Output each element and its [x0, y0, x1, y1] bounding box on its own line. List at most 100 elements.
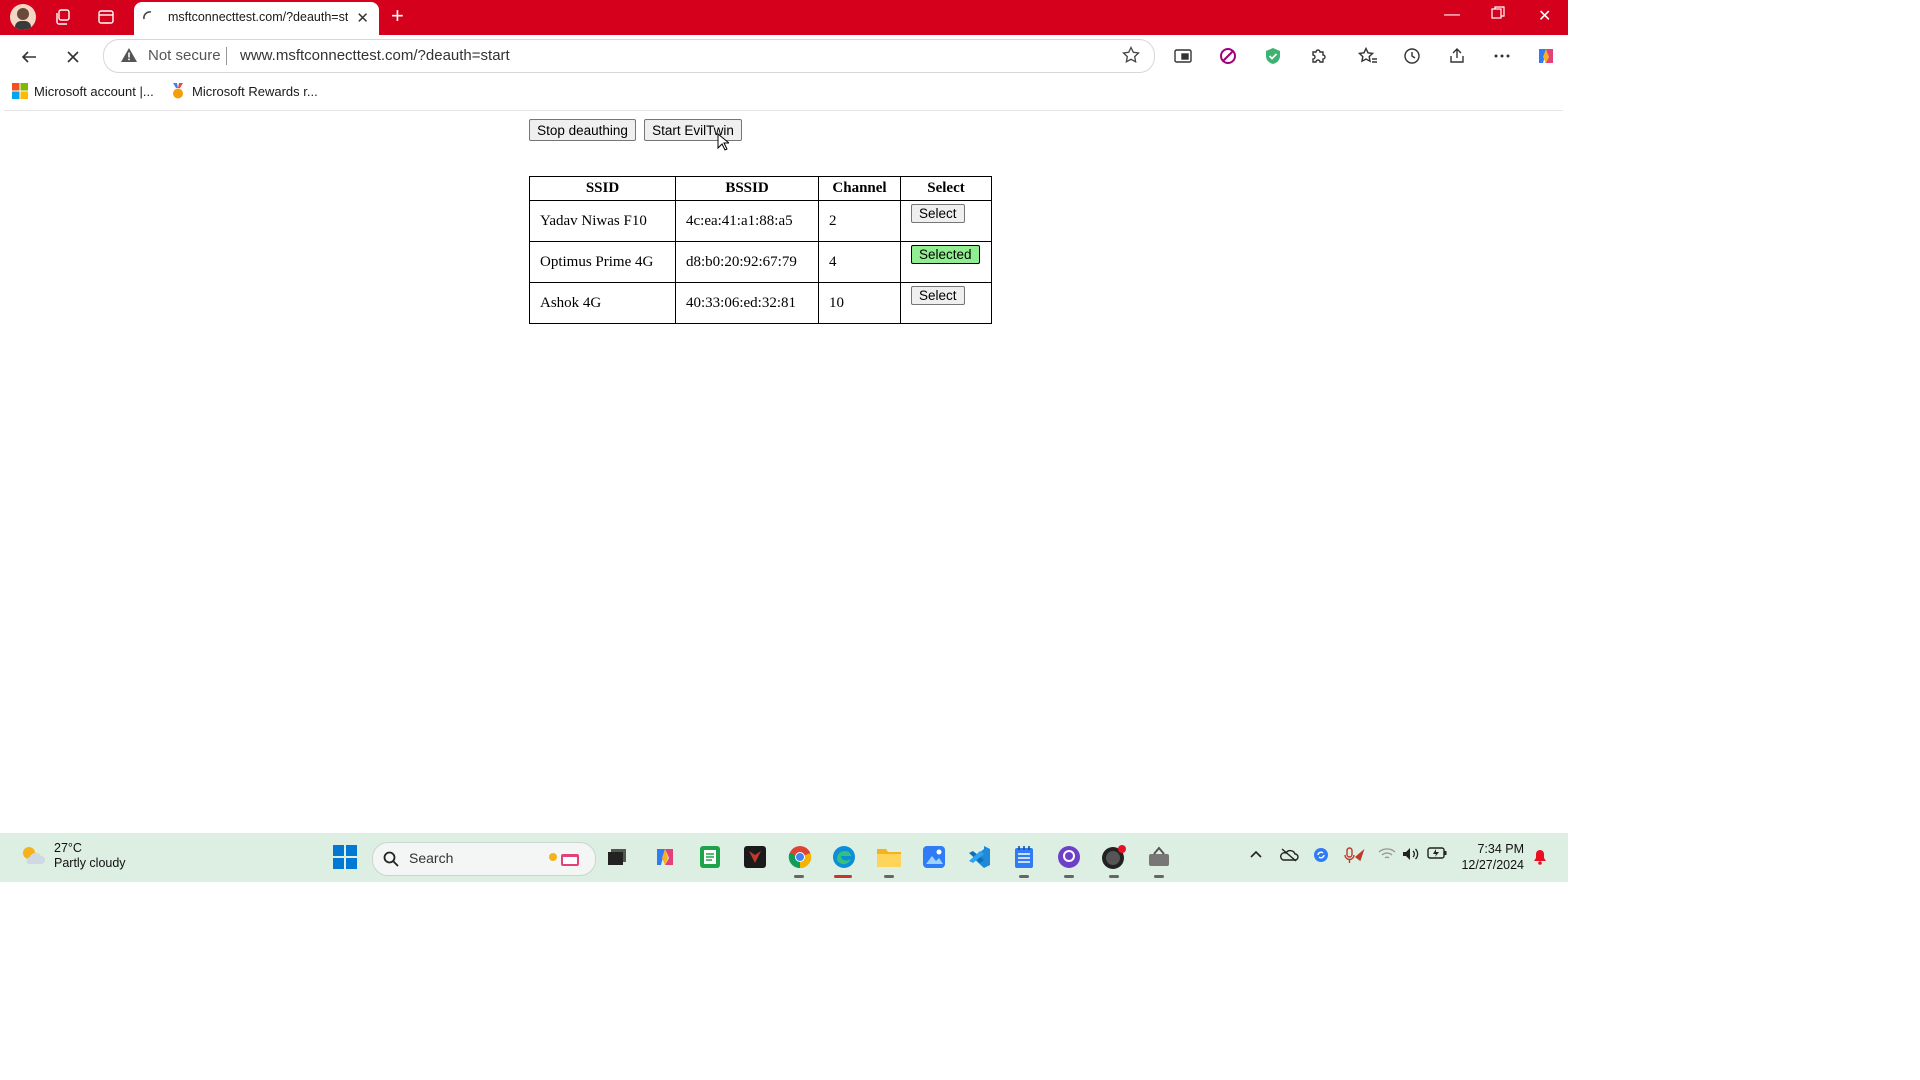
- chevron-up-icon[interactable]: [1249, 847, 1263, 862]
- close-window-button[interactable]: ✕: [1538, 6, 1551, 26]
- copilot-taskbar-icon[interactable]: [652, 844, 678, 870]
- url-text[interactable]: www.msftconnecttest.com/?deauth=start: [240, 47, 510, 64]
- search-icon: [383, 851, 399, 867]
- task-view-icon[interactable]: [604, 844, 630, 870]
- sync-icon[interactable]: [1313, 847, 1329, 866]
- running-indicator: [1109, 875, 1119, 878]
- table-row: Ashok 4G 40:33:06:ed:32:81 10 Select: [529, 282, 992, 324]
- weather-widget[interactable]: 27°C Partly cloudy: [20, 841, 126, 871]
- share-icon[interactable]: [1445, 44, 1469, 68]
- bookmark-label: Microsoft account |...: [34, 83, 154, 99]
- microphone-icon[interactable]: [1343, 847, 1365, 868]
- search-placeholder: Search: [409, 850, 454, 866]
- collections-icon[interactable]: [52, 6, 74, 28]
- copilot-icon[interactable]: [1534, 44, 1558, 68]
- back-button[interactable]: [16, 44, 42, 70]
- taskbar: 27°C Partly cloudy Search 7:34 PM 12/27/…: [0, 833, 1568, 882]
- windows-start-icon[interactable]: [332, 844, 358, 870]
- clock-time: 7:34 PM: [1477, 842, 1524, 856]
- notepad-icon[interactable]: [1011, 844, 1037, 870]
- workspaces-icon[interactable]: [95, 6, 117, 28]
- obs-icon[interactable]: [1101, 844, 1127, 870]
- bookmark-microsoft-rewards[interactable]: Microsoft Rewards r...: [170, 83, 318, 99]
- title-bar: msftconnecttest.com/?deauth=st ✕ + — ✕: [0, 0, 1568, 35]
- select-cell: Select: [900, 282, 992, 324]
- system-clock[interactable]: 7:34 PM 12/27/2024: [1460, 841, 1524, 873]
- mouse-cursor-icon: [717, 133, 729, 151]
- notes-app-icon[interactable]: [697, 844, 723, 870]
- game-app-icon[interactable]: [742, 844, 768, 870]
- ssid-cell: Optimus Prime 4G: [529, 241, 676, 283]
- split-screen-icon[interactable]: [1171, 44, 1195, 68]
- ssid-header: SSID: [529, 176, 676, 201]
- vscode-icon[interactable]: [966, 844, 992, 870]
- wifi-icon[interactable]: [1378, 847, 1396, 864]
- bookmarks-bar: Microsoft account |... Microsoft Rewards…: [0, 77, 1568, 107]
- channel-cell: 2: [818, 200, 901, 242]
- stop-deauthing-button[interactable]: Stop deauthing: [529, 119, 636, 141]
- volume-icon[interactable]: [1402, 847, 1420, 864]
- bookmark-microsoft-account[interactable]: Microsoft account |...: [12, 83, 154, 99]
- active-tab[interactable]: msftconnecttest.com/?deauth=st ✕: [134, 2, 379, 35]
- weather-description: Partly cloudy: [54, 856, 126, 870]
- running-indicator: [1154, 875, 1164, 878]
- taskbar-search[interactable]: Search: [372, 842, 596, 876]
- edge-icon[interactable]: [831, 844, 857, 870]
- table-row: Optimus Prime 4G d8:b0:20:92:67:79 4 Sel…: [529, 241, 992, 283]
- search-highlight-icon: [549, 853, 579, 866]
- access-points-table: SSID BSSID Channel Select Yadav Niwas F1…: [529, 176, 992, 324]
- favorites-icon[interactable]: [1356, 44, 1380, 68]
- restore-button[interactable]: [1491, 6, 1505, 25]
- loading-spinner-icon: [143, 11, 152, 20]
- new-tab-button[interactable]: +: [391, 5, 404, 27]
- close-tab-icon[interactable]: ✕: [356, 9, 369, 27]
- extensions-icon[interactable]: [1306, 44, 1330, 68]
- onedrive-offline-icon[interactable]: [1279, 847, 1299, 866]
- notification-bell-icon[interactable]: [1533, 849, 1547, 868]
- minimize-button[interactable]: —: [1444, 6, 1460, 24]
- bookmark-label: Microsoft Rewards r...: [192, 83, 318, 99]
- favorite-star-icon[interactable]: [1122, 45, 1140, 69]
- battery-icon[interactable]: [1427, 847, 1447, 862]
- bssid-cell: 40:33:06:ed:32:81: [675, 282, 819, 324]
- warning-icon[interactable]: [120, 47, 138, 68]
- select-cell: Select: [900, 200, 992, 242]
- channel-cell: 4: [818, 241, 901, 283]
- bssid-header: BSSID: [675, 176, 819, 201]
- file-explorer-icon[interactable]: [876, 844, 902, 870]
- bssid-cell: d8:b0:20:92:67:79: [675, 241, 819, 283]
- photos-app-icon[interactable]: [921, 844, 947, 870]
- address-bar[interactable]: Not secure www.msftconnecttest.com/?deau…: [103, 39, 1155, 73]
- chrome-icon[interactable]: [787, 844, 813, 870]
- profile-avatar[interactable]: [10, 4, 36, 30]
- select-network-button[interactable]: Select: [911, 203, 965, 223]
- table-header-row: SSID BSSID Channel Select: [529, 176, 992, 201]
- microsoft-logo-icon: [12, 83, 28, 99]
- table-row: Yadav Niwas F10 4c:ea:41:a1:88:a5 2 Sele…: [529, 200, 992, 242]
- tab-title: msftconnecttest.com/?deauth=st: [168, 10, 348, 24]
- select-header: Select: [900, 176, 992, 201]
- blocker-extension-icon[interactable]: [1216, 44, 1240, 68]
- running-indicator: [794, 875, 804, 878]
- navigation-bar: Not secure www.msftconnecttest.com/?deau…: [0, 35, 1568, 77]
- select-network-button[interactable]: Select: [911, 285, 965, 305]
- channel-header: Channel: [818, 176, 901, 201]
- running-indicator: [1064, 875, 1074, 878]
- more-options-icon[interactable]: [1490, 44, 1514, 68]
- running-indicator: [1019, 875, 1029, 878]
- stop-loading-button[interactable]: [60, 44, 86, 70]
- ssid-cell: Yadav Niwas F10: [529, 200, 676, 242]
- address-divider: [226, 47, 227, 65]
- weather-temperature: 27°C: [54, 841, 82, 855]
- selected-network-button[interactable]: Selected: [911, 244, 980, 264]
- clock-date: 12/27/2024: [1461, 858, 1524, 872]
- history-icon[interactable]: [1400, 44, 1424, 68]
- page-content: Stop deauthing Start EvilTwin SSID BSSID…: [4, 110, 1563, 830]
- active-indicator: [834, 875, 852, 878]
- not-secure-label[interactable]: Not secure: [148, 47, 221, 64]
- select-cell: Selected: [900, 241, 992, 283]
- shield-extension-icon[interactable]: [1261, 44, 1285, 68]
- github-icon[interactable]: [1056, 844, 1082, 870]
- network-tool-icon[interactable]: [1146, 844, 1172, 870]
- bssid-cell: 4c:ea:41:a1:88:a5: [675, 200, 819, 242]
